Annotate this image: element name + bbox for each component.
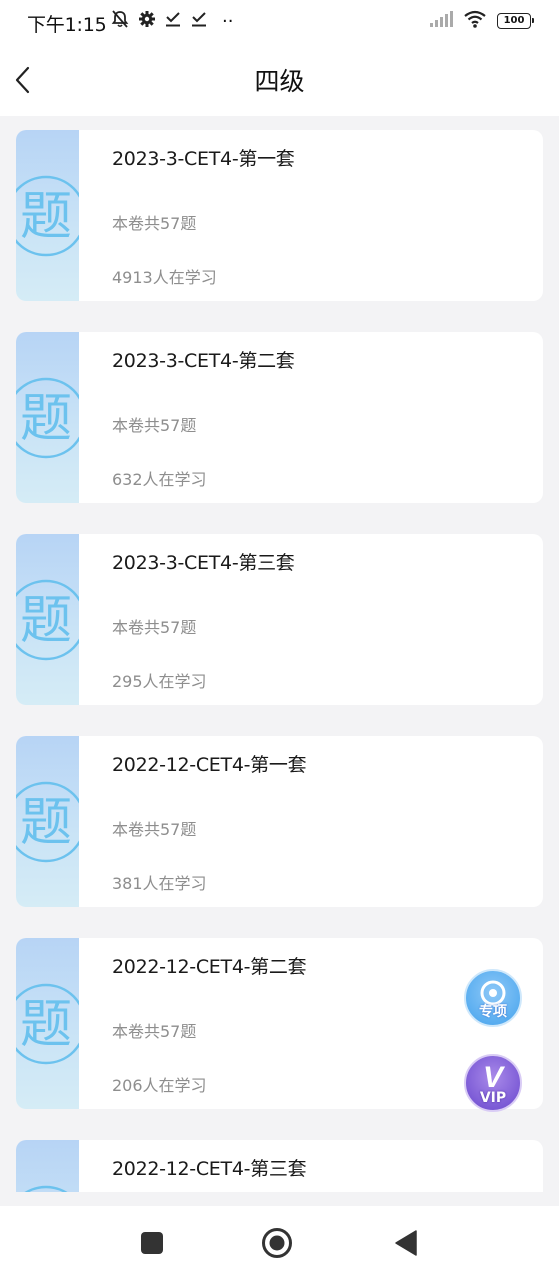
paper-list[interactable]: 题 2023-3-CET4-第一套 本卷共57题 4913人在学习 题 2023… xyxy=(16,130,543,1192)
paper-thumbnail: 题 xyxy=(16,736,79,907)
paper-thumbnail: 题 xyxy=(16,938,79,1109)
status-icons-left: ·· xyxy=(110,10,233,32)
system-navigation-bar xyxy=(0,1206,559,1280)
topic-practice-button[interactable]: 专项 xyxy=(464,969,522,1027)
check-icon xyxy=(190,10,208,32)
paper-learner-count: 4913人在学习 xyxy=(112,268,217,287)
svg-text:题: 题 xyxy=(20,389,72,449)
svg-text:题: 题 xyxy=(20,591,72,651)
paper-learner-count: 381人在学习 xyxy=(112,874,207,893)
list-item[interactable]: 题 2023-3-CET4-第三套 本卷共57题 295人在学习 xyxy=(16,534,543,705)
page-title: 四级 xyxy=(254,67,305,96)
paper-title: 2022-12-CET4-第三套 xyxy=(112,1158,307,1180)
paper-thumbnail: 题 xyxy=(16,332,79,503)
paper-title: 2022-12-CET4-第一套 xyxy=(112,754,307,776)
paper-thumbnail: 题 xyxy=(16,534,79,705)
battery-icon: 100 xyxy=(497,13,534,29)
paper-title: 2023-3-CET4-第一套 xyxy=(112,148,295,170)
paper-question-count: 本卷共57题 xyxy=(112,416,197,435)
paper-question-count: 本卷共57题 xyxy=(112,820,197,839)
triangle-back-icon xyxy=(395,1230,417,1256)
wifi-icon xyxy=(463,10,487,32)
svg-text:题: 题 xyxy=(20,995,72,1055)
mute-icon xyxy=(110,9,130,33)
paper-question-count: 本卷共57题 xyxy=(112,214,197,233)
home-button[interactable] xyxy=(262,1228,292,1258)
list-item[interactable]: 题 2023-3-CET4-第二套 本卷共57题 632人在学习 xyxy=(16,332,543,503)
paper-learner-count: 632人在学习 xyxy=(112,470,207,489)
list-item[interactable]: 题 2022-12-CET4-第三套 xyxy=(16,1140,543,1192)
status-icons-right: 100 xyxy=(429,10,534,32)
vip-label: VIP xyxy=(479,1090,507,1106)
question-stamp-icon: 题 xyxy=(24,1185,68,1192)
paper-learner-count: 295人在学习 xyxy=(112,672,207,691)
question-stamp-icon: 题 xyxy=(16,175,79,257)
paper-title: 2023-3-CET4-第二套 xyxy=(112,350,295,372)
topic-practice-label: 专项 xyxy=(479,1004,507,1020)
check-icon xyxy=(164,10,182,32)
recents-button[interactable] xyxy=(137,1228,167,1258)
paper-title: 2023-3-CET4-第三套 xyxy=(112,552,295,574)
square-icon xyxy=(141,1232,163,1254)
signal-icon xyxy=(429,11,453,31)
status-bar: 下午1:15 ·· 100 xyxy=(0,0,559,44)
list-item[interactable]: 题 2023-3-CET4-第一套 本卷共57题 4913人在学习 xyxy=(16,130,543,301)
question-stamp-icon: 题 xyxy=(16,579,79,661)
paper-question-count: 本卷共57题 xyxy=(112,618,197,637)
question-stamp-icon: 题 xyxy=(16,781,79,863)
paper-question-count: 本卷共57题 xyxy=(112,1022,197,1041)
status-time: 下午1:15 xyxy=(27,14,107,36)
paper-title: 2022-12-CET4-第二套 xyxy=(112,956,307,978)
title-bar: 四级 xyxy=(0,44,559,116)
paper-thumbnail: 题 xyxy=(16,130,79,301)
home-circle-icon xyxy=(262,1228,292,1258)
question-stamp-icon: 题 xyxy=(16,983,79,1065)
svg-text:题: 题 xyxy=(20,793,72,853)
svg-text:题: 题 xyxy=(20,187,72,247)
gear-icon xyxy=(138,10,156,32)
paper-thumbnail: 题 xyxy=(16,1140,79,1192)
more-notifications-icon: ·· xyxy=(222,10,234,32)
paper-learner-count: 206人在学习 xyxy=(112,1076,207,1095)
vip-button[interactable]: V VIP xyxy=(464,1054,522,1112)
back-nav-button[interactable] xyxy=(392,1228,422,1258)
list-item[interactable]: 题 2022-12-CET4-第一套 本卷共57题 381人在学习 xyxy=(16,736,543,907)
question-stamp-icon: 题 xyxy=(16,377,79,459)
